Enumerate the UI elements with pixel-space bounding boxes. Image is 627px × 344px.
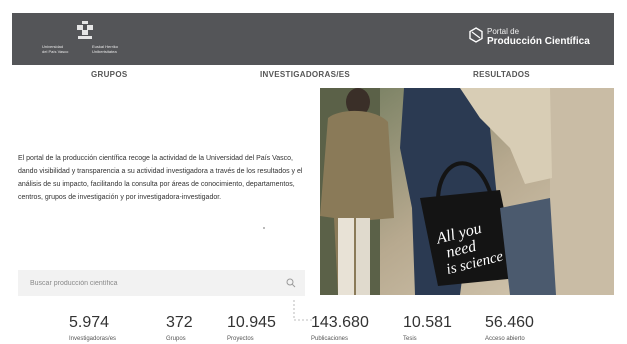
logo-text-eu: Euskal Herriko Unibertsitatea xyxy=(92,44,119,54)
site-header: Universidad del País Vasco Euskal Herrik… xyxy=(12,13,614,65)
hero-image: All you need is science xyxy=(320,88,614,295)
search-bar xyxy=(18,270,305,296)
intro-paragraph: El portal de la producción científica re… xyxy=(18,155,303,201)
stat-value-investigadores: 5.974 xyxy=(69,314,110,331)
portal-title: Producción Científica xyxy=(487,36,590,47)
nav-item-investigadores[interactable]: INVESTIGADORAS/ES xyxy=(260,70,350,79)
stat-label-grupos[interactable]: Grupos xyxy=(166,336,186,342)
logo-text-es: Universidad del País Vasco xyxy=(42,44,69,54)
stat-label-proyectos[interactable]: Proyectos xyxy=(227,336,254,342)
search-input[interactable] xyxy=(18,270,290,296)
decorative-dot xyxy=(263,227,265,229)
stat-value-publicaciones: 143.680 xyxy=(311,314,369,331)
portal-hexagon-icon xyxy=(469,27,483,43)
portal-title-small: Portal de xyxy=(487,27,520,36)
stat-label-investigadores[interactable]: Investigadoras/es xyxy=(69,336,116,342)
stat-value-grupos: 372 xyxy=(166,314,193,331)
nav-item-resultados[interactable]: RESULTADOS xyxy=(473,70,530,79)
search-icon[interactable] xyxy=(286,278,296,288)
stat-value-tesis: 10.581 xyxy=(403,314,452,331)
stat-label-tesis[interactable]: Tesis xyxy=(403,336,417,342)
hero-photo-illustration: All you need is science xyxy=(320,88,614,295)
university-emblem-icon xyxy=(77,21,93,39)
stat-value-acceso-abierto: 56.460 xyxy=(485,314,534,331)
connector-line xyxy=(293,300,312,321)
upv-ehu-logo[interactable]: Universidad del País Vasco Euskal Herrik… xyxy=(40,21,136,59)
stat-value-proyectos: 10.945 xyxy=(227,314,276,331)
stat-label-acceso-abierto[interactable]: Acceso abierto xyxy=(485,336,525,342)
stat-label-publicaciones[interactable]: Publicaciones xyxy=(311,336,348,342)
nav-item-grupos[interactable]: GRUPOS xyxy=(91,70,127,79)
